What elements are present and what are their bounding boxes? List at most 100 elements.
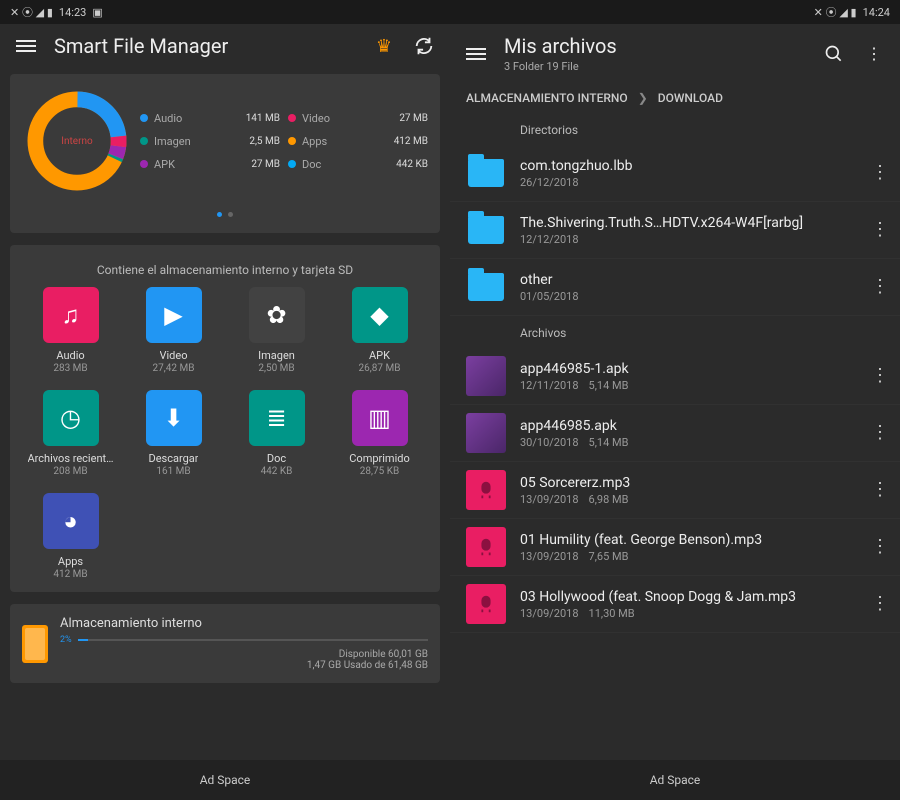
app-bar: Smart File Manager ♛ <box>0 24 450 68</box>
category-icon: ◷ <box>43 390 99 446</box>
category-icon: ≣ <box>249 390 305 446</box>
category-icon: ⬇ <box>146 390 202 446</box>
category-name: APK <box>369 349 390 362</box>
app-bar: Mis archivos 3 Folder 19 File ⋮ <box>450 24 900 83</box>
category-tile[interactable]: ⬇ Descargar161 MB <box>125 390 222 477</box>
folder-name: com.tongzhuo.lbb <box>520 158 854 174</box>
app-thumbnail <box>466 413 506 453</box>
category-tile[interactable]: ◕ Apps412 MB <box>22 493 119 580</box>
file-row[interactable]: 01 Humility (feat. George Benson).mp313/… <box>450 519 900 576</box>
legend-value: 412 MB <box>394 136 428 147</box>
section-directories: Directorios <box>450 113 900 145</box>
file-size: 11,30 MB <box>589 607 635 620</box>
legend-dot <box>140 137 148 145</box>
legend-dot <box>288 160 296 168</box>
screenshot-icon: ▣ <box>92 6 102 19</box>
row-overflow-menu[interactable]: ⋮ <box>868 595 892 613</box>
status-bar: ✕ ⦿ ◢ ▮ 14:23 ▣ <box>0 0 450 24</box>
audio-icon <box>466 470 506 510</box>
row-overflow-menu[interactable]: ⋮ <box>868 164 892 182</box>
internal-storage-row[interactable]: Almacenamiento interno 2% Disponible 60,… <box>10 604 440 683</box>
overflow-menu[interactable]: ⋮ <box>862 42 886 66</box>
folder-name: other <box>520 272 854 288</box>
file-size: 5,14 MB <box>589 436 629 449</box>
folder-row[interactable]: com.tongzhuo.lbb 26/12/2018 ⋮ <box>450 145 900 202</box>
file-name: app446985.apk <box>520 418 854 434</box>
legend-label: Doc <box>302 158 348 171</box>
category-name: Archivos recient… <box>28 452 114 465</box>
folder-row[interactable]: other01/05/2018⋮ <box>450 259 900 316</box>
row-overflow-menu[interactable]: ⋮ <box>868 221 892 239</box>
legend-dot <box>288 137 296 145</box>
category-icon: ◆ <box>352 287 408 343</box>
ad-space[interactable]: Ad Space <box>450 760 900 800</box>
legend-dot <box>140 114 148 122</box>
category-icon: ▥ <box>352 390 408 446</box>
file-row[interactable]: 03 Hollywood (feat. Snoop Dogg & Jam.mp3… <box>450 576 900 633</box>
folder-row[interactable]: The.Shivering.Truth.S…HDTV.x264-W4F[rarb… <box>450 202 900 259</box>
premium-icon[interactable]: ♛ <box>372 34 396 58</box>
file-list: Directorios com.tongzhuo.lbb 26/12/2018 ⋮ T… <box>450 113 900 760</box>
legend-value: 27 MB <box>399 113 428 124</box>
breadcrumb: ALMACENAMIENTO INTERNO ❯ DOWNLOAD <box>450 83 900 113</box>
storage-donut-chart[interactable]: Interno <box>22 86 132 196</box>
legend-item: Audio141 MB <box>140 112 280 125</box>
row-overflow-menu[interactable]: ⋮ <box>868 278 892 296</box>
category-size: 442 KB <box>261 466 293 477</box>
category-tile[interactable]: ▥Comprimido28,75 KB <box>331 390 428 477</box>
refresh-button[interactable] <box>412 34 436 58</box>
category-name: Descargar <box>149 452 199 465</box>
home-screen: ✕ ⦿ ◢ ▮ 14:23 ▣ Smart File Manager ♛ Int… <box>0 0 450 800</box>
file-date: 30/10/2018 <box>520 436 579 449</box>
legend-label: APK <box>154 158 200 171</box>
folder-date: 26/12/2018 <box>520 176 854 189</box>
file-row[interactable]: app446985.apk 30/10/2018 5,14 MB ⋮ <box>450 405 900 462</box>
menu-button[interactable] <box>464 42 488 66</box>
legend-dot <box>140 160 148 168</box>
breadcrumb-root[interactable]: ALMACENAMIENTO INTERNO <box>466 91 628 105</box>
ad-space[interactable]: Ad Space <box>0 760 450 800</box>
category-icon: ✿ <box>249 287 305 343</box>
storage-percent: 2% <box>60 635 72 645</box>
menu-button[interactable] <box>14 34 38 58</box>
row-overflow-menu[interactable]: ⋮ <box>868 367 892 385</box>
category-name: Imagen <box>258 349 295 362</box>
row-overflow-menu[interactable]: ⋮ <box>868 538 892 556</box>
storage-available: Disponible 60,01 GB <box>307 649 428 660</box>
category-tile[interactable]: ≣Doc442 KB <box>228 390 325 477</box>
file-row[interactable]: 05 Sorcererz.mp313/09/20186,98 MB⋮ <box>450 462 900 519</box>
category-name: Audio <box>56 349 84 362</box>
legend-item: Apps412 MB <box>288 135 428 148</box>
file-row[interactable]: app446985-1.apk12/11/20185,14 MB⋮ <box>450 348 900 405</box>
legend-value: 141 MB <box>246 113 280 124</box>
category-tile[interactable]: ▶Video27,42 MB <box>125 287 222 374</box>
category-size: 161 MB <box>156 466 190 477</box>
status-clock: 14:23 <box>59 6 86 19</box>
legend-value: 2,5 MB <box>249 136 280 147</box>
category-size: 208 MB <box>53 466 87 477</box>
file-name: app446985-1.apk <box>520 361 854 377</box>
file-size: 6,98 MB <box>589 493 629 506</box>
folder-icon <box>466 153 506 193</box>
search-button[interactable] <box>822 42 846 66</box>
folder-name: The.Shivering.Truth.S…HDTV.x264-W4F[rarb… <box>520 215 854 231</box>
legend-dot <box>288 114 296 122</box>
category-icon: ▶ <box>146 287 202 343</box>
category-icon: ◕ <box>43 493 99 549</box>
storage-progress <box>78 639 428 641</box>
category-tile[interactable]: ✿Imagen2,50 MB <box>228 287 325 374</box>
category-size: 412 MB <box>53 569 87 580</box>
legend-value: 27 MB <box>251 159 280 170</box>
category-tile[interactable]: ◷ Archivos recient…208 MB <box>22 390 119 477</box>
category-name: Apps <box>58 555 83 568</box>
storage-chart-card: Interno Audio141 MBVideo27 MBImagen2,5 M… <box>10 74 440 233</box>
folder-icon <box>466 267 506 307</box>
audio-icon <box>466 527 506 567</box>
row-overflow-menu[interactable]: ⋮ <box>868 481 892 499</box>
row-overflow-menu[interactable]: ⋮ <box>868 424 892 442</box>
pager-dots <box>22 202 428 221</box>
category-tile[interactable]: ♫Audio283 MB <box>22 287 119 374</box>
breadcrumb-current[interactable]: DOWNLOAD <box>658 91 723 105</box>
legend-item: Video27 MB <box>288 112 428 125</box>
category-tile[interactable]: ◆APK26,87 MB <box>331 287 428 374</box>
